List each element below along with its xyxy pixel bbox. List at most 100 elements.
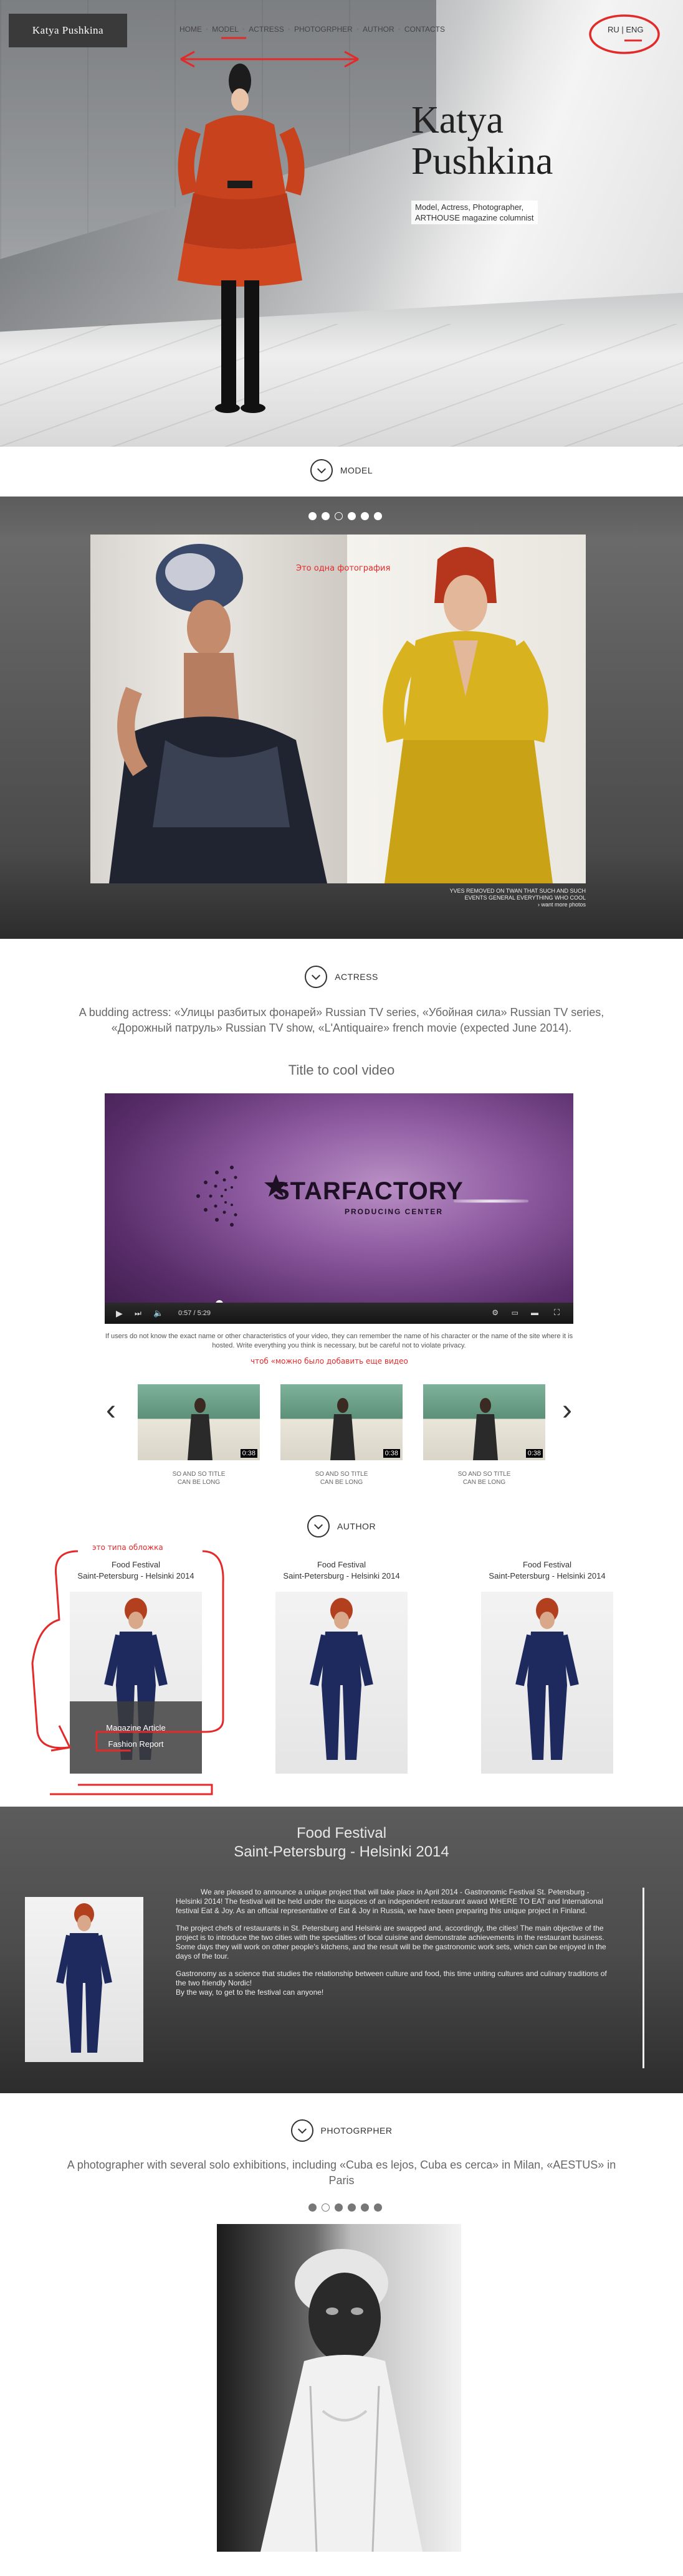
article-title: Food Festival — [296, 1825, 387, 1842]
author-card-image-2[interactable] — [275, 1592, 408, 1774]
site-logo[interactable]: Katya Pushkina — [9, 14, 127, 47]
video-thumbnail-2[interactable]: 0:38 — [280, 1384, 403, 1460]
video-thumb-caption-1[interactable]: SO AND SO TITLE CAN BE LONG — [138, 1470, 260, 1486]
video-thumb-sub: CAN BE LONG — [320, 1479, 363, 1486]
play-icon[interactable]: ▶ — [116, 1308, 123, 1319]
video-title: Title to cool video — [288, 1062, 395, 1078]
article-subtitle: Saint-Petersburg - Helsinki 2014 — [234, 1843, 449, 1860]
hero-name-last: Pushkina — [411, 140, 553, 183]
slider-dot[interactable] — [374, 2203, 382, 2212]
nav-home[interactable]: HOME — [178, 25, 204, 34]
model-figure-yellow-suit — [383, 547, 553, 883]
photographer-slider-dots — [308, 2203, 382, 2212]
nav-model[interactable]: MODEL — [210, 25, 241, 34]
slider-dot[interactable] — [348, 512, 356, 520]
video-duration: 0:38 — [383, 1449, 400, 1458]
model-photo[interactable] — [90, 535, 586, 883]
video-thumb-caption-3[interactable]: SO AND SO TITLE CAN BE LONG — [423, 1470, 545, 1486]
slider-dot[interactable] — [308, 512, 317, 520]
chevron-down-icon[interactable] — [305, 966, 328, 988]
section-photographer-heading[interactable]: PHOTOGRPHER — [0, 2118, 683, 2143]
author-card-sub: Saint-Petersburg - Helsinki 2014 — [489, 1571, 606, 1580]
slider-dot[interactable] — [335, 2203, 343, 2212]
next-icon[interactable]: ⏭ — [135, 1309, 141, 1318]
slider-dot[interactable] — [361, 512, 369, 520]
chevron-down-icon[interactable] — [290, 2119, 313, 2142]
hero-name-first: Katya — [411, 99, 504, 141]
slider-dot[interactable] — [348, 2203, 356, 2212]
article-heading: Food Festival Saint-Petersburg - Helsink… — [0, 1824, 683, 1861]
video-thumbnail-1[interactable]: 0:38 — [138, 1384, 260, 1460]
video-controls: ▶ ⏭ 🔈 0:57 / 5:29 ⚙ ▭ ▬ ⛶ — [105, 1303, 573, 1324]
section-actress-heading[interactable]: ACTRESS — [0, 964, 683, 989]
model-caption-line-2: EVENTS GENERAL EVERYTHING WHO COOL — [464, 895, 586, 901]
nav-separator: • — [242, 25, 246, 34]
author-card-image-3[interactable] — [481, 1592, 613, 1774]
author-card-title-2[interactable]: Food Festival Saint-Petersburg - Helsink… — [267, 1559, 416, 1582]
nav-contacts[interactable]: CONTACTS — [403, 25, 447, 34]
hero-tagline-2: ARTHOUSE magazine columnist — [415, 213, 534, 222]
theater-icon[interactable]: ▬ — [531, 1308, 538, 1317]
author-figure — [515, 1598, 579, 1760]
annotation-single-photo: Это одна фотография — [296, 564, 391, 573]
hero-ground-lines — [0, 324, 683, 447]
video-thumb-title: SO AND SO TITLE — [315, 1471, 368, 1478]
author-card-title-3[interactable]: Food Festival Saint-Petersburg - Helsink… — [472, 1559, 622, 1582]
fullscreen-icon[interactable]: ⛶ — [554, 1308, 560, 1318]
model-slider-dots — [308, 512, 382, 520]
slider-dot[interactable] — [374, 512, 382, 520]
carousel-next-icon[interactable]: › — [562, 1395, 572, 1425]
captions-icon[interactable]: ▭ — [512, 1308, 518, 1317]
photographer-photo[interactable] — [217, 2224, 461, 2552]
model-photo-caption: YVES REMOVED ON TWAN THAT SUCH AND SUCH … — [436, 888, 586, 908]
hero-section: Katya Pushkina HOME • MODEL • ACTRESS • PHO… — [0, 0, 683, 447]
slider-dot-active[interactable] — [322, 2203, 330, 2212]
settings-icon[interactable]: ⚙ — [492, 1308, 499, 1317]
video-brand-sub: PRODUCING CENTER — [345, 1207, 444, 1216]
section-model-label: MODEL — [340, 465, 373, 475]
hero-tagline: Model, Actress, Photographer, ARTHOUSE m… — [411, 201, 538, 224]
article-body: We are pleased to announce a unique proj… — [176, 1888, 612, 2005]
article-paragraph: By the way, to get to the festival can a… — [176, 1988, 324, 1997]
video-player[interactable]: STARFACTORY PRODUCING CENTER ▶ ⏭ 🔈 0:57 … — [105, 1093, 573, 1324]
chevron-down-icon[interactable] — [310, 459, 333, 482]
model-more-photos-link[interactable]: › want more photos — [436, 901, 586, 908]
video-duration: 0:38 — [240, 1449, 257, 1458]
video-brand: STARFACTORY — [273, 1177, 464, 1205]
video-thumb-title: SO AND SO TITLE — [172, 1471, 226, 1478]
nav-actress[interactable]: ACTRESS — [247, 25, 286, 34]
volume-icon[interactable]: 🔈 — [153, 1308, 163, 1318]
nav-author[interactable]: AUTHOR — [361, 25, 396, 34]
slider-dot[interactable] — [322, 512, 330, 520]
slider-dot[interactable] — [308, 2203, 317, 2212]
section-model-heading[interactable]: MODEL — [0, 458, 683, 483]
section-author-label: AUTHOR — [337, 1521, 376, 1531]
article-figure — [56, 1903, 112, 2053]
section-author-heading[interactable]: AUTHOR — [0, 1514, 683, 1539]
slider-dot[interactable] — [361, 2203, 369, 2212]
nav-photographer[interactable]: PHOTOGRPHER — [292, 25, 355, 34]
video-time: 0:57 / 5:29 — [178, 1309, 211, 1317]
annotation-lang-circle — [589, 14, 660, 54]
photographer-description: A photographer with several solo exhibit… — [67, 2159, 616, 2187]
video-thumb-caption-2[interactable]: SO AND SO TITLE CAN BE LONG — [280, 1470, 403, 1486]
model-photo-left — [90, 535, 347, 883]
video-thumbnail-3[interactable]: 0:38 — [423, 1384, 545, 1460]
nav-separator: • — [287, 25, 290, 34]
nav-separator: • — [356, 25, 359, 34]
lens-flare — [454, 1199, 528, 1203]
logo-text: Katya Pushkina — [32, 24, 104, 36]
article-paragraph: Gastronomy as a science that studies the… — [176, 1969, 607, 1987]
video-duration: 0:38 — [525, 1449, 543, 1458]
slider-dot-active[interactable] — [335, 512, 343, 520]
nav-separator: • — [206, 25, 209, 34]
top-navigation: HOME • MODEL • ACTRESS • PHOTOGRPHER • AUTHO… — [178, 25, 447, 34]
annotation-more-videos: чтоб «можно было добавить еще видео — [251, 1357, 408, 1366]
section-actress-label: ACTRESS — [335, 972, 378, 982]
annotation-nav-arrow — [180, 37, 359, 68]
annotation-cover-arrow — [31, 1550, 224, 1795]
carousel-prev-icon[interactable]: ‹ — [106, 1395, 116, 1425]
article-image[interactable] — [25, 1897, 143, 2062]
article-scrollbar[interactable] — [642, 1888, 644, 2068]
chevron-down-icon[interactable] — [307, 1515, 330, 1538]
